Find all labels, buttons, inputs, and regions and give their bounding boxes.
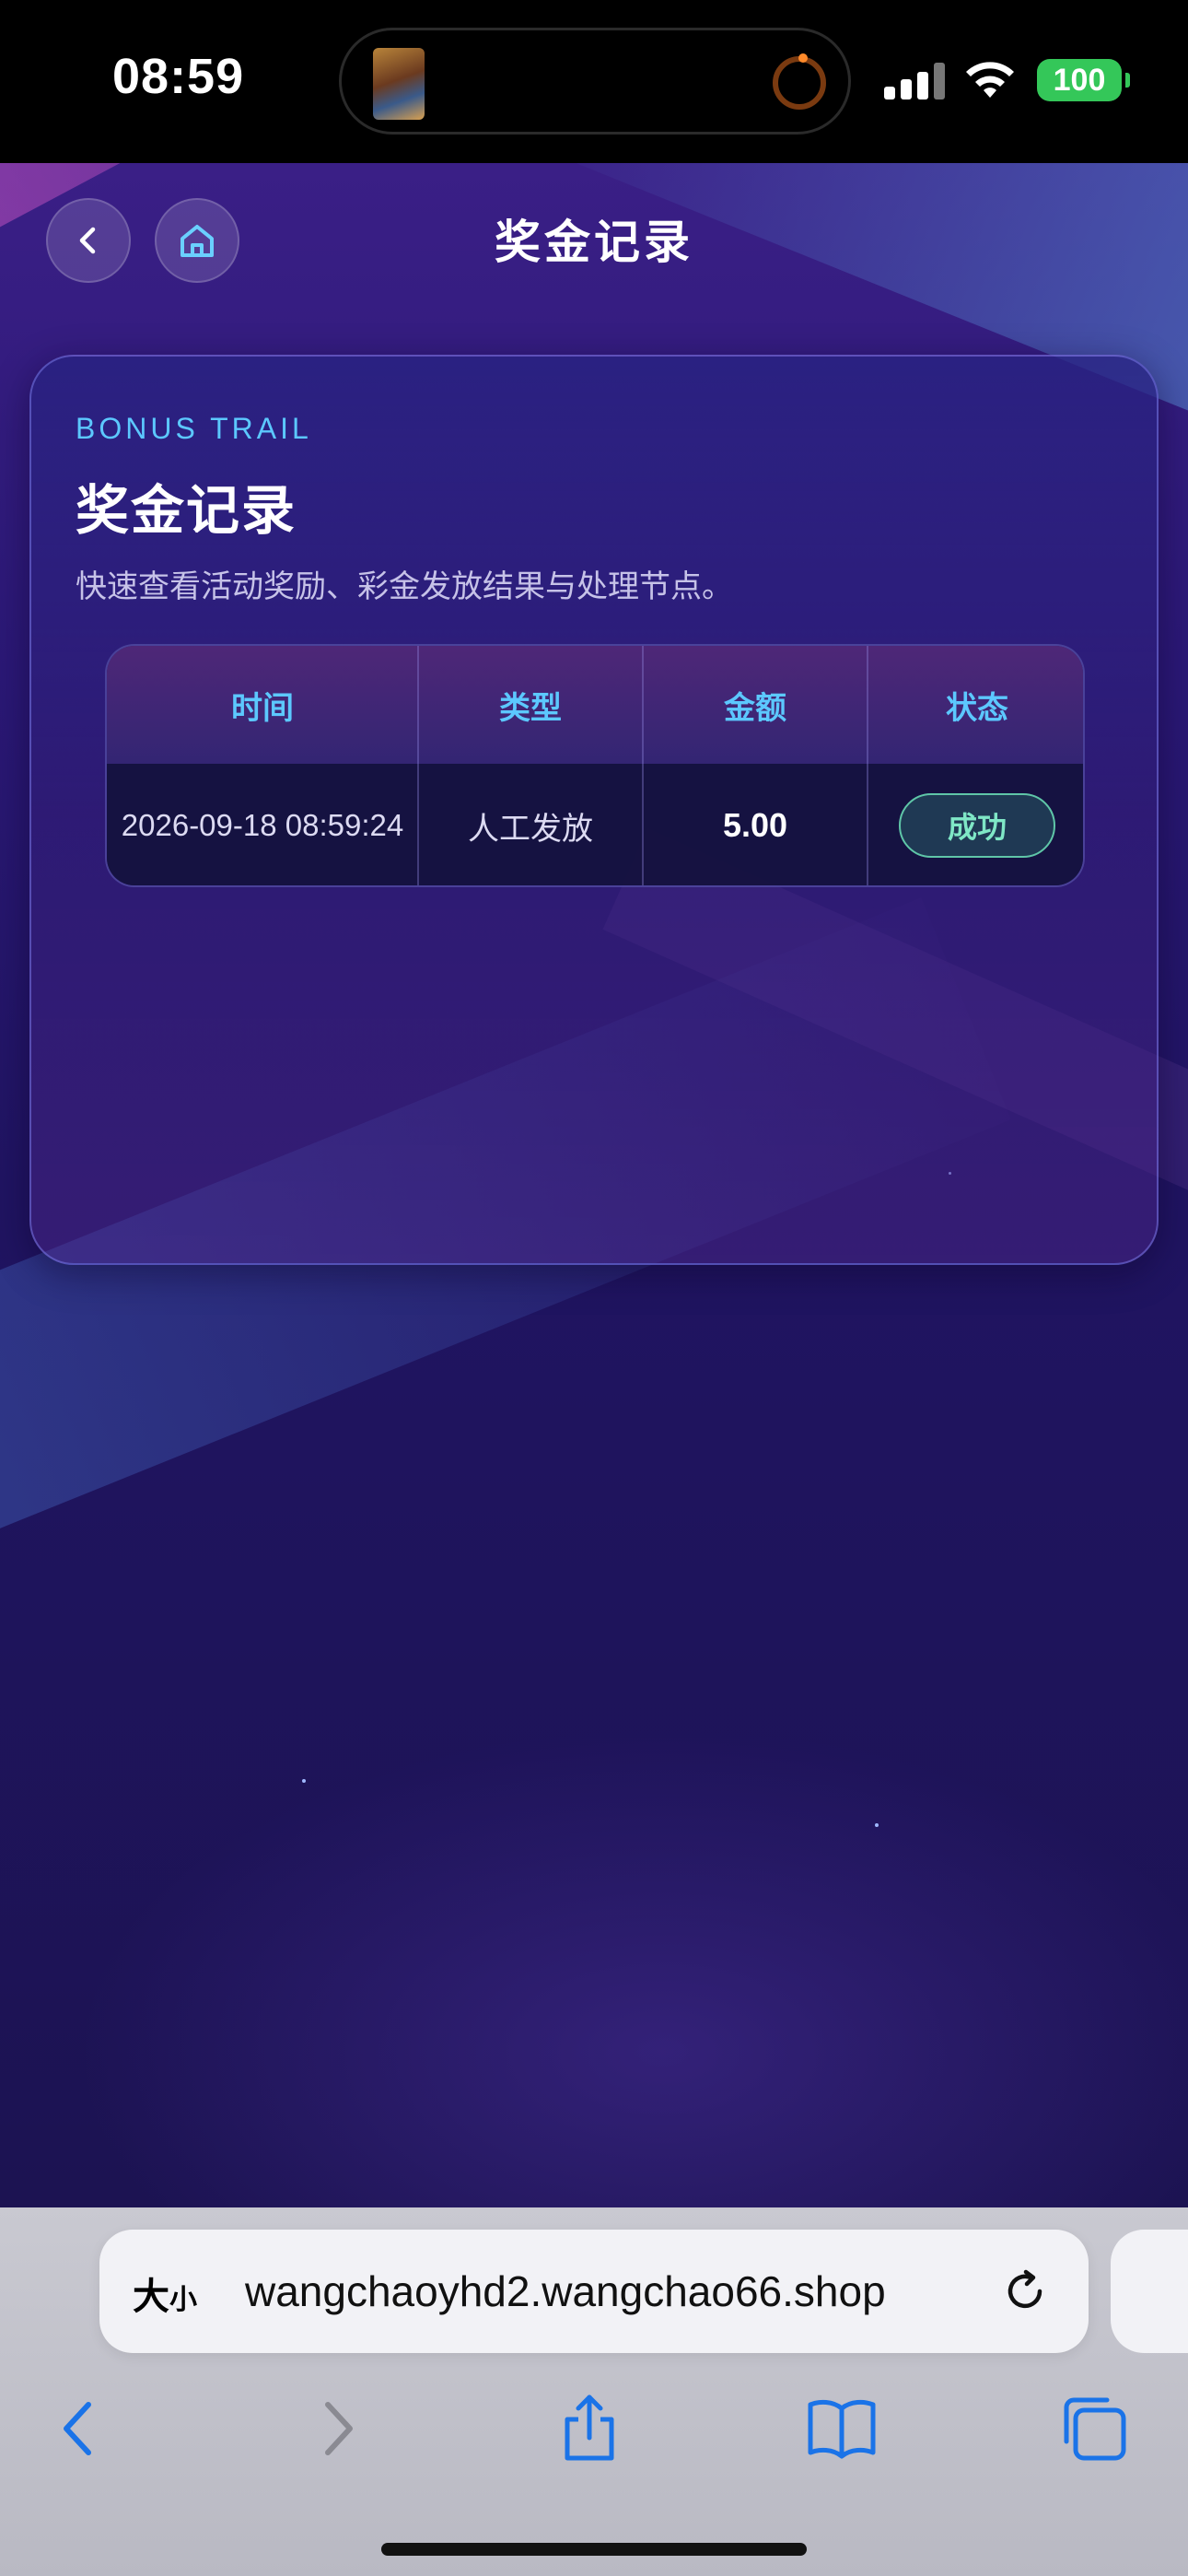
text-size-large-label: 大 [133, 2276, 169, 2318]
activity-ring-icon [773, 53, 826, 110]
star-decoration [875, 1823, 879, 1827]
next-tab-preview[interactable] [1111, 2230, 1188, 2353]
url-text[interactable]: wangchaoyhd2.wangchao66.shop [245, 2266, 886, 2316]
dynamic-island[interactable] [339, 28, 851, 135]
column-header-amount: 金额 [724, 689, 786, 727]
reload-icon[interactable] [998, 2265, 1052, 2318]
bonus-record-card: BONUS TRAIL 奖金记录 快速查看活动奖励、彩金发放结果与处理节点。 时… [29, 355, 1159, 1265]
row-time: 2026-09-18 08:59:24 [121, 808, 404, 842]
status-bar: 08:59 100 [0, 0, 1188, 163]
table-row[interactable]: 2026-09-18 08:59:24 人工发放 5.00 成功 [107, 764, 1083, 885]
share-icon[interactable] [553, 2392, 626, 2465]
cellular-signal-icon [884, 61, 945, 100]
text-size-small-label: 小 [169, 2284, 197, 2316]
card-kicker: BONUS TRAIL [76, 412, 312, 445]
app-content: 奖金记录 BONUS TRAIL 奖金记录 快速查看活动奖励、彩金发放结果与处理… [0, 163, 1188, 2207]
bookmarks-icon[interactable] [805, 2392, 879, 2465]
status-time: 08:59 [112, 49, 245, 104]
table-header: 时间 类型 金额 状态 [107, 646, 1083, 764]
column-header-type: 类型 [499, 689, 562, 727]
column-header-status: 状态 [946, 689, 1008, 727]
row-amount: 5.00 [722, 806, 788, 844]
column-header-time: 时间 [231, 689, 294, 727]
card-subtitle: 快速查看活动奖励、彩金发放结果与处理节点。 [76, 568, 733, 605]
status-badge: 成功 [899, 793, 1055, 858]
back-icon[interactable] [42, 2392, 116, 2465]
battery-indicator: 100 [1037, 59, 1130, 101]
page-title: 奖金记录 [495, 216, 693, 269]
wifi-icon [966, 62, 1014, 98]
address-bar[interactable]: 大小 wangchaoyhd2.wangchao66.shop [99, 2230, 1089, 2353]
bonus-table: 时间 类型 金额 状态 2026-09-18 08:59:24 人工发放 5.0… [105, 644, 1085, 887]
now-playing-thumbnail[interactable] [373, 48, 425, 120]
tabs-icon[interactable] [1057, 2392, 1131, 2465]
browser-chrome: 大小 wangchaoyhd2.wangchao66.shop [0, 2207, 1188, 2576]
text-size-button[interactable]: 大小 [133, 2266, 197, 2320]
forward-icon[interactable] [300, 2392, 374, 2465]
home-indicator[interactable] [381, 2543, 807, 2556]
card-title: 奖金记录 [76, 479, 297, 542]
row-status-cell: 成功 [868, 764, 1083, 885]
row-type: 人工发放 [468, 810, 593, 848]
star-decoration [302, 1779, 306, 1783]
